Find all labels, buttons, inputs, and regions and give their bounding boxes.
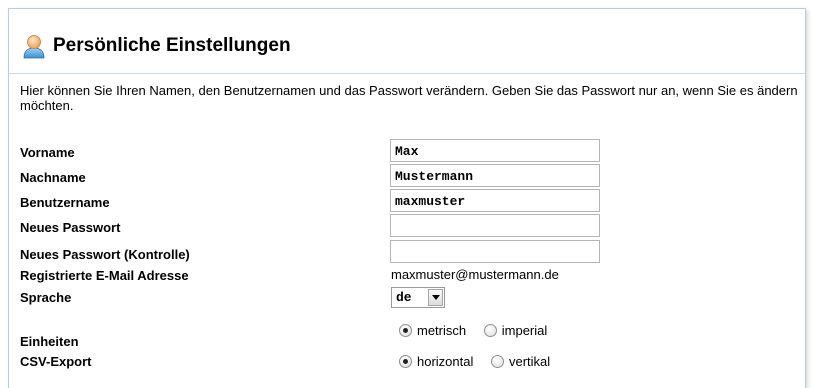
csv-export-label: CSV-Export [20,354,92,369]
neues-passwort-label: Neues Passwort [20,220,121,235]
email-label: Registrierte E-Mail Adresse [20,268,189,283]
benutzername-field[interactable]: maxmuster [390,189,600,212]
intro-text: Hier können Sie Ihren Namen, den Benutze… [20,83,798,113]
vorname-label: Vorname [20,145,75,160]
benutzername-label: Benutzername [20,195,110,210]
sprache-select[interactable]: de [391,287,445,308]
csv-export-radio-group: horizontal vertikal [399,354,564,369]
nachname-label: Nachname [20,170,86,185]
page-title: Persönliche Einstellungen [53,35,291,56]
radio-metrisch-label[interactable]: metrisch [417,323,466,338]
sprache-selected-value: de [396,290,412,305]
email-value: maxmuster@mustermann.de [391,267,559,282]
user-icon [21,33,47,59]
radio-imperial[interactable] [483,324,497,337]
radio-vertikal-label[interactable]: vertikal [509,354,550,369]
einheiten-label: Einheiten [20,334,79,349]
settings-panel: Persönliche Einstellungen Hier können Si… [8,8,806,388]
passwort-kontrolle-field[interactable] [390,240,600,263]
panel-header: Persönliche Einstellungen [9,9,805,74]
radio-horizontal[interactable] [399,355,412,368]
nachname-field[interactable]: Mustermann [390,164,600,187]
sprache-label: Sprache [20,290,72,305]
radio-imperial-label[interactable]: imperial [502,323,548,338]
radio-horizontal-label[interactable]: horizontal [417,354,473,369]
einheiten-radio-group: metrisch imperial [399,323,561,338]
passwort-kontrolle-label: Neues Passwort (Kontrolle) [20,247,190,262]
neues-passwort-field[interactable] [390,214,600,237]
radio-metrisch[interactable] [399,324,412,337]
vorname-field[interactable]: Max [390,139,600,162]
radio-vertikal[interactable] [491,355,504,368]
chevron-down-icon[interactable] [428,289,443,306]
